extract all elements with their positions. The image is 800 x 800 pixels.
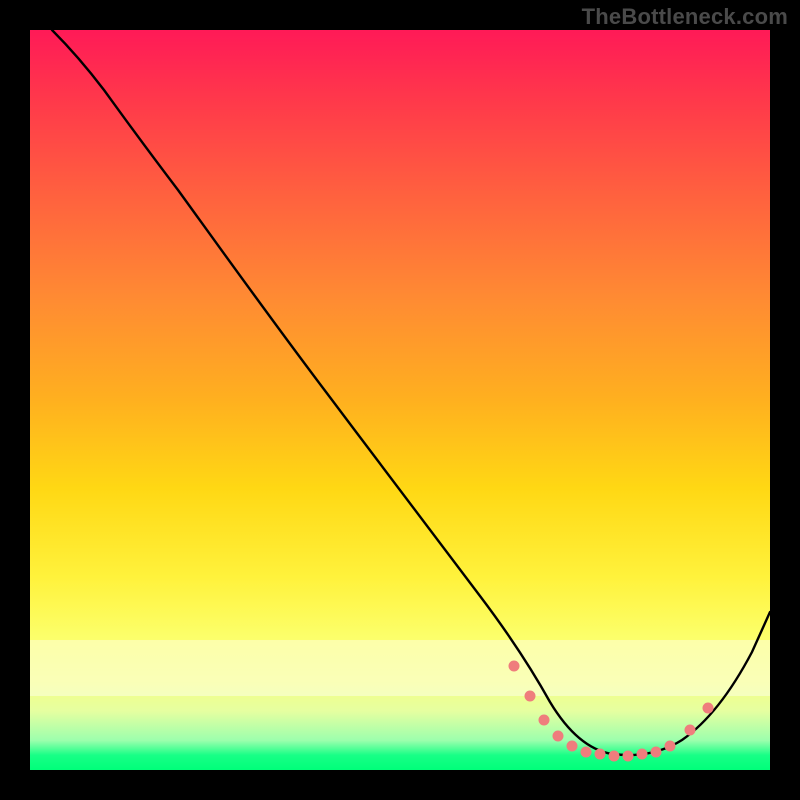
marker-dot [553, 731, 563, 741]
marker-dot [567, 741, 577, 751]
watermark-text: TheBottleneck.com [582, 4, 788, 30]
marker-dot [637, 749, 647, 759]
marker-group [509, 661, 713, 761]
marker-dot [525, 691, 535, 701]
bottleneck-curve [52, 30, 770, 755]
chart-frame: TheBottleneck.com [0, 0, 800, 800]
marker-dot [539, 715, 549, 725]
chart-svg [30, 30, 770, 770]
marker-dot [509, 661, 519, 671]
marker-dot [685, 725, 695, 735]
marker-dot [703, 703, 713, 713]
marker-dot [595, 749, 605, 759]
marker-dot [651, 747, 661, 757]
marker-dot [623, 751, 633, 761]
marker-dot [609, 751, 619, 761]
marker-dot [581, 747, 591, 757]
marker-dot [665, 741, 675, 751]
plot-area [30, 30, 770, 770]
